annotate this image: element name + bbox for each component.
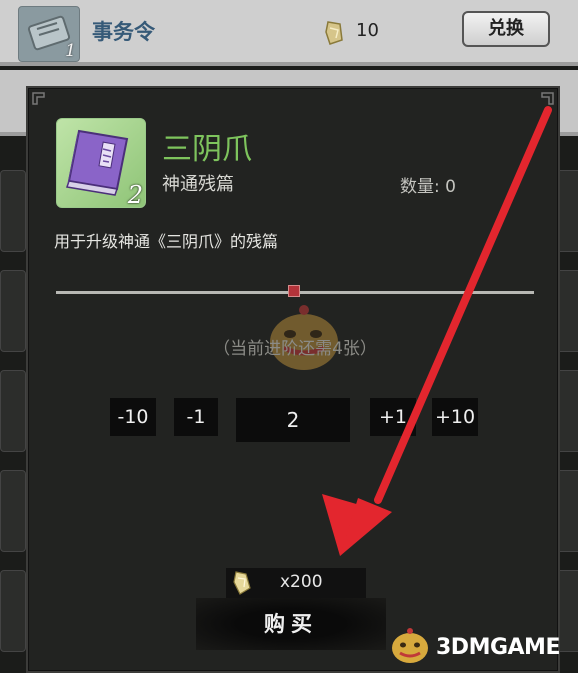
divider-gem-icon: [288, 285, 300, 297]
purchase-dialog: 2 三阴爪 神通残篇 数量: 0 用于升级神通《三阴爪》的残篇 （当前进阶还需4…: [26, 86, 560, 673]
plus-10-button[interactable]: +10: [432, 398, 478, 436]
item-description: 用于升级神通《三阴爪》的残篇: [54, 232, 279, 251]
book-icon: [66, 129, 129, 196]
item-title: 三阴爪: [162, 132, 252, 167]
corner-ornament-icon: [541, 92, 554, 105]
watermark: 3DMGAME: [388, 626, 578, 670]
item-count-badge: 1: [65, 41, 76, 61]
minus-1-button[interactable]: -1: [174, 398, 218, 436]
cost-amount: x200: [280, 572, 323, 592]
list-edge: [0, 270, 26, 352]
list-item: 1 事务令 10 兑换: [0, 0, 578, 66]
item-count-badge: 2: [127, 181, 143, 209]
item-type: 神通残篇: [162, 174, 234, 195]
currency-icon: [233, 571, 251, 595]
item-icon: 2: [56, 118, 146, 209]
list-edge: [0, 470, 26, 552]
corner-ornament-icon: [32, 92, 45, 105]
quantity-input[interactable]: 2: [236, 398, 350, 442]
minus-10-button[interactable]: -10: [110, 398, 156, 436]
buy-button[interactable]: 购买: [196, 598, 386, 650]
exchange-button[interactable]: 兑换: [462, 11, 550, 47]
list-edge: [0, 370, 26, 452]
cost-display: x200: [226, 568, 366, 599]
watermark-text: 3DMGAME: [436, 635, 560, 660]
list-edge: [0, 570, 26, 652]
list-edge: [0, 170, 26, 252]
owned-quantity: 数量: 0: [400, 177, 456, 197]
item-thumbnail: 1: [18, 6, 80, 62]
plus-1-button[interactable]: +1: [370, 398, 416, 436]
item-name: 事务令: [92, 20, 155, 44]
requirement-text: （当前进阶还需4张）: [213, 339, 377, 359]
item-price: 10: [356, 20, 379, 41]
currency-icon: [325, 21, 343, 45]
mascot-logo-icon: [392, 628, 428, 663]
